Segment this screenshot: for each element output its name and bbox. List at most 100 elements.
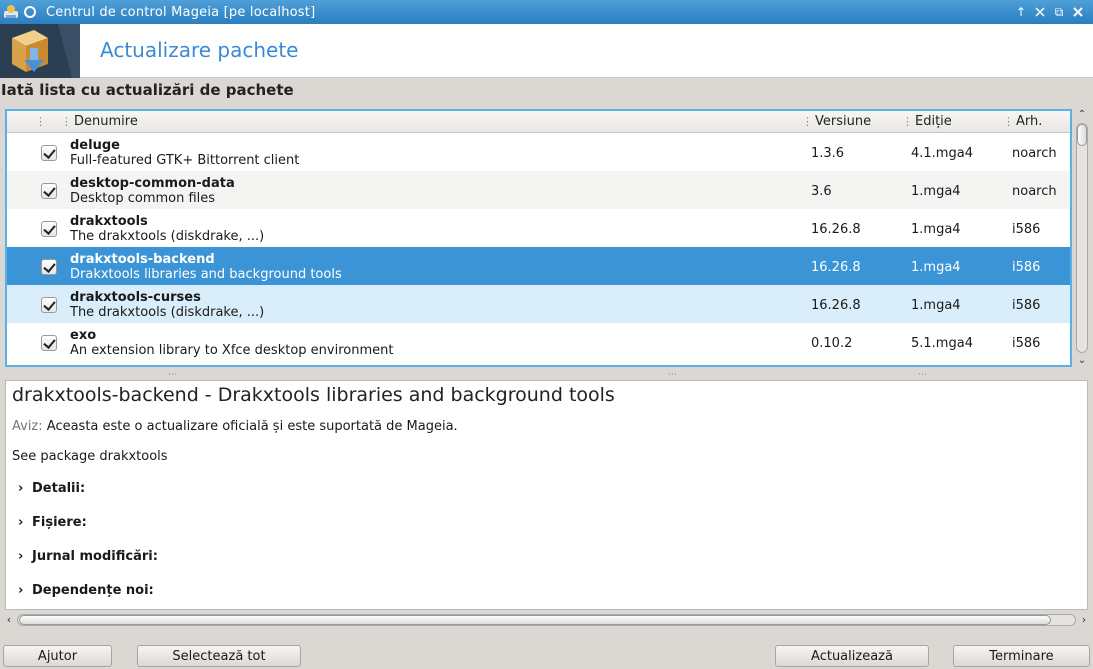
package-name: drakxtools-curses <box>70 290 201 305</box>
package-summary: Desktop common files <box>70 191 216 206</box>
row-checkbox[interactable] <box>41 145 57 161</box>
expander-label: Fișiere: <box>32 515 87 530</box>
chevron-right-icon[interactable]: › <box>18 481 32 496</box>
table-header: ⋮ ⋮ Denumire ⋮ Versiune ⋮ Ediție ⋮ Arh. <box>7 111 1070 133</box>
scroll-left-icon[interactable]: ‹ <box>3 613 15 627</box>
package-summary: Drakxtools libraries and background tool… <box>70 267 342 282</box>
list-heading: Iată lista cu actualizări de pachete <box>1 81 294 99</box>
table-row[interactable]: desktop-common-data Desktop common files… <box>7 171 1070 209</box>
package-arch: i586 <box>1012 336 1041 351</box>
package-detail-pane: drakxtools-backend - Drakxtools librarie… <box>5 380 1088 610</box>
package-version: 16.26.8 <box>811 298 861 313</box>
package-version: 16.26.8 <box>811 222 861 237</box>
detail-title: drakxtools-backend - Drakxtools librarie… <box>12 384 615 406</box>
scrollbar-track[interactable] <box>17 614 1076 626</box>
expander-details[interactable]: › Detalii: <box>18 481 85 496</box>
scrollbar-thumb[interactable] <box>1077 124 1087 146</box>
notice-text: Aceasta este o actualizare oficială și e… <box>46 419 458 434</box>
header-banner: Actualizare pachete <box>0 24 1093 78</box>
package-name: drakxtools-backend <box>70 252 215 267</box>
package-summary: Full-featured GTK+ Bittorrent client <box>70 153 300 168</box>
column-grip-icon[interactable]: ⋮ <box>902 115 913 128</box>
table-row-selected[interactable]: drakxtools-backend Drakxtools libraries … <box>7 247 1070 285</box>
table-vertical-scrollbar[interactable]: ⌃ ⌄ <box>1074 109 1090 367</box>
chevron-right-icon[interactable]: › <box>18 549 32 564</box>
detail-horizontal-scrollbar[interactable]: ‹ › <box>3 613 1090 627</box>
scroll-up-icon[interactable]: ⌃ <box>1074 109 1090 121</box>
pane-splitter-handle[interactable]: ⋯ <box>168 370 178 380</box>
package-summary: The drakxtools (diskdrake, ...) <box>70 229 265 244</box>
expander-new-dependencies[interactable]: › Dependențe noi: <box>18 583 154 598</box>
close-icon[interactable] <box>1069 3 1087 21</box>
select-all-button[interactable]: Selectează tot <box>137 645 301 667</box>
package-update-icon <box>0 24 80 78</box>
quit-button[interactable]: Terminare <box>953 645 1090 667</box>
package-name: desktop-common-data <box>70 176 235 191</box>
package-arch: i586 <box>1012 260 1041 275</box>
table-row[interactable]: deluge Full-featured GTK+ Bittorrent cli… <box>7 133 1070 171</box>
package-release: 5.1.mga4 <box>911 336 973 351</box>
package-version: 1.3.6 <box>811 146 845 161</box>
column-grip-icon[interactable]: ⋮ <box>802 115 813 128</box>
see-package-text: See package drakxtools <box>12 449 168 464</box>
package-release: 1.mga4 <box>911 184 961 199</box>
window-title: Centrul de control Mageia [pe localhost] <box>46 4 316 20</box>
notice: Aviz: Aceasta este o actualizare oficial… <box>12 419 458 434</box>
minimize-icon[interactable] <box>1031 3 1049 21</box>
package-name: drakxtools <box>70 214 148 229</box>
pin-icon[interactable] <box>24 6 36 18</box>
package-arch: noarch <box>1012 184 1057 199</box>
package-release: 1.mga4 <box>911 298 961 313</box>
package-name: exo <box>70 328 97 343</box>
row-checkbox[interactable] <box>41 335 57 351</box>
table-row[interactable]: drakxtools The drakxtools (diskdrake, ..… <box>7 209 1070 247</box>
package-release: 1.mga4 <box>911 260 961 275</box>
package-release: 1.mga4 <box>911 222 961 237</box>
row-checkbox[interactable] <box>41 259 57 275</box>
package-version: 0.10.2 <box>811 336 853 351</box>
package-name: deluge <box>70 138 120 153</box>
banner-title: Actualizare pachete <box>100 38 299 62</box>
package-table[interactable]: ⋮ ⋮ Denumire ⋮ Versiune ⋮ Ediție ⋮ Arh. … <box>5 109 1072 367</box>
package-summary: An extension library to Xfce desktop env… <box>70 343 394 358</box>
chevron-right-icon[interactable]: › <box>18 583 32 598</box>
keep-above-icon[interactable]: ↑ <box>1012 3 1030 21</box>
scrollbar-thumb[interactable] <box>19 615 1051 625</box>
scroll-right-icon[interactable]: › <box>1078 613 1090 627</box>
row-checkbox[interactable] <box>41 297 57 313</box>
row-checkbox[interactable] <box>41 183 57 199</box>
expander-label: Dependențe noi: <box>32 583 154 598</box>
scroll-down-icon[interactable]: ⌄ <box>1074 355 1090 367</box>
column-header-arch[interactable]: Arh. <box>1016 114 1042 129</box>
column-grip-icon[interactable]: ⋮ <box>35 115 46 128</box>
expander-changelog[interactable]: › Jurnal modificări: <box>18 549 158 564</box>
expander-label: Detalii: <box>32 481 86 496</box>
column-header-version[interactable]: Versiune <box>815 114 871 129</box>
package-version: 16.26.8 <box>811 260 861 275</box>
column-header-release[interactable]: Ediție <box>915 114 952 129</box>
package-arch: i586 <box>1012 298 1041 313</box>
column-header-name[interactable]: Denumire <box>74 114 138 129</box>
row-checkbox[interactable] <box>41 221 57 237</box>
pane-splitter-handle[interactable]: ⋯ <box>668 370 678 380</box>
chevron-right-icon[interactable]: › <box>18 515 32 530</box>
help-button[interactable]: Ajutor <box>3 645 112 667</box>
mcc-app-icon[interactable] <box>2 3 20 21</box>
table-row[interactable]: exo An extension library to Xfce desktop… <box>7 323 1070 361</box>
pane-splitter-handle[interactable]: ⋯ <box>918 370 928 380</box>
column-grip-icon[interactable]: ⋮ <box>61 115 72 128</box>
package-release: 4.1.mga4 <box>911 146 973 161</box>
window-titlebar[interactable]: Centrul de control Mageia [pe localhost]… <box>0 0 1093 24</box>
maximize-icon[interactable]: ⧉ <box>1050 3 1068 21</box>
scrollbar-track[interactable] <box>1076 123 1088 353</box>
expander-files[interactable]: › Fișiere: <box>18 515 87 530</box>
expander-label: Jurnal modificări: <box>32 549 158 564</box>
package-arch: noarch <box>1012 146 1057 161</box>
package-version: 3.6 <box>811 184 832 199</box>
notice-label: Aviz: <box>12 419 43 434</box>
column-grip-icon[interactable]: ⋮ <box>1003 115 1014 128</box>
update-button[interactable]: Actualizează <box>775 645 929 667</box>
package-summary: The drakxtools (diskdrake, ...) <box>70 305 265 320</box>
table-row[interactable]: drakxtools-curses The drakxtools (diskdr… <box>7 285 1070 323</box>
package-arch: i586 <box>1012 222 1041 237</box>
